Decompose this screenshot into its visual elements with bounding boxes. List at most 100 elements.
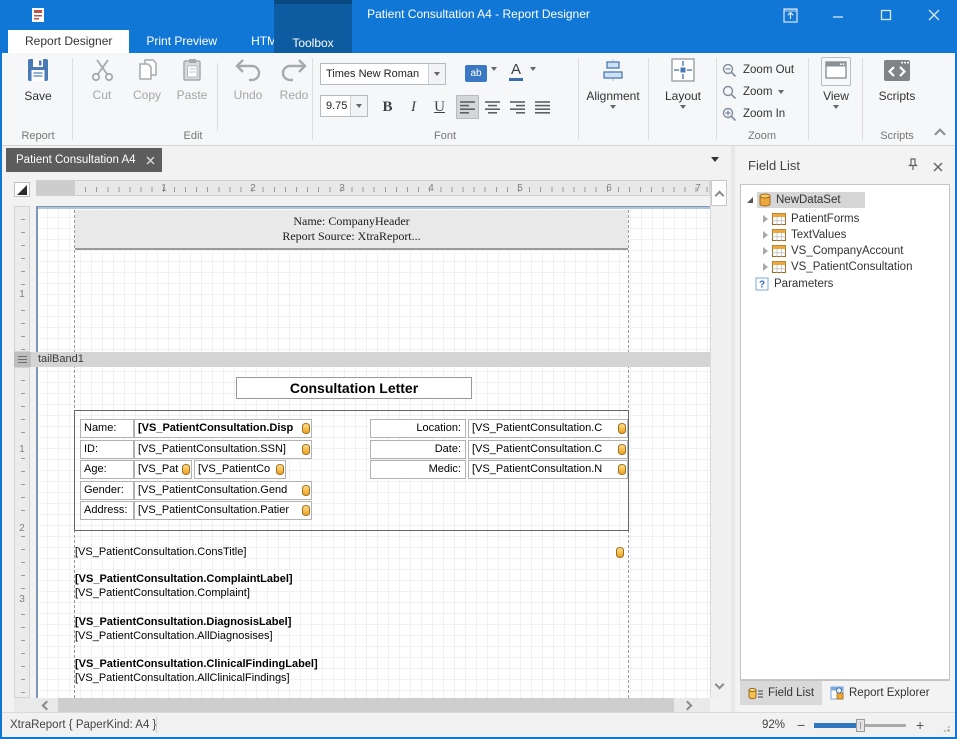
font-color-button[interactable]: A [509,61,523,81]
ribbon-tab-row: Report Designer Print Preview HTML View [0,30,957,53]
document-tab[interactable]: Patient Consultation A4 [6,148,162,172]
field-value[interactable]: [VS_PatientConsultation.N [468,460,628,479]
view-button[interactable]: View [812,57,860,129]
tab-field-list[interactable]: Field List [740,681,822,705]
tree-node-parameters[interactable]: ? Parameters [741,275,949,292]
diagnosis-label-field[interactable]: [VS_PatientConsultation.DiagnosisLabel] [75,616,291,628]
scroll-left-button[interactable] [34,698,56,712]
field-value[interactable]: [VS_PatientCo [194,460,286,479]
maximize-button[interactable] [864,0,908,30]
company-header-subreport[interactable]: Name: CompanyHeader Report Source: XtraR… [75,210,628,250]
complaint-label-field[interactable]: [VS_PatientConsultation.ComplaintLabel] [75,573,293,585]
scroll-up-button[interactable] [711,180,727,206]
font-size-combo[interactable]: 9.75 [320,95,368,117]
underline-button[interactable]: U [428,95,451,119]
zoom-out-minus-button[interactable]: − [797,717,805,733]
font-name-dropdown[interactable] [428,64,445,84]
tree-node-newdataset[interactable]: NewDataSet [741,191,949,208]
tree-node-vs-companyaccount[interactable]: VS_CompanyAccount [741,242,949,259]
field-label[interactable]: Age: [80,460,134,479]
font-name-combo[interactable]: Times New Roman [320,63,446,85]
field-value[interactable]: [VS_PatientConsultation.Patier [134,501,312,520]
font-size-dropdown[interactable] [350,96,367,116]
save-button[interactable]: Save [10,57,66,129]
document-tab-close-icon[interactable] [146,156,155,165]
vertical-scrollbar[interactable] [710,180,727,698]
field-label[interactable]: Name: [80,419,134,438]
zoom-slider[interactable] [814,724,906,727]
tab-report-explorer[interactable]: Report Explorer [822,681,938,705]
data-field-icon [302,485,310,496]
panel-close-icon[interactable] [933,159,943,177]
resize-grip[interactable] [942,724,951,733]
all-diagnosises-field[interactable]: [VS_PatientConsultation.AllDiagnosises] [75,630,273,642]
scroll-down-button[interactable] [711,674,727,698]
align-right-button[interactable] [506,95,529,119]
close-button[interactable] [912,0,956,30]
data-field-icon [182,464,190,475]
document-list-dropdown-icon[interactable] [711,157,719,162]
field-label[interactable]: Location: [370,419,466,438]
expand-icon[interactable] [763,247,768,255]
scroll-right-button[interactable] [678,698,700,712]
zoom-in-button[interactable]: Zoom In [722,103,785,125]
cut-icon [90,57,115,82]
zoom-out-button[interactable]: Zoom Out [722,59,794,81]
field-value[interactable]: [VS_PatientConsultation.SSN] [134,440,312,459]
align-left-button[interactable] [456,95,479,119]
ribbon: Save Report Cut Copy [2,53,955,146]
expand-icon[interactable] [763,215,768,223]
clinical-finding-label-field[interactable]: [VS_PatientConsultation.ClinicalFindingL… [75,658,318,670]
zoom-slider-thumb[interactable] [856,719,865,732]
expand-icon[interactable] [763,231,768,239]
text-highlight-button[interactable]: ab [465,65,487,82]
ribbon-display-options-button[interactable] [768,0,812,30]
redo-button[interactable]: Redo [266,57,322,129]
expand-icon[interactable] [763,263,768,271]
collapse-icon[interactable] [747,197,753,203]
italic-button[interactable]: I [402,95,425,119]
field-value[interactable]: [VS_PatientConsultation.C [468,440,628,459]
layout-button[interactable]: Layout [652,57,714,129]
field-label[interactable]: Date: [370,440,466,459]
cons-title-field[interactable]: [VS_PatientConsultation.ConsTitle] [75,546,246,558]
pin-icon[interactable] [907,158,919,176]
field-value[interactable]: [VS_Pat [134,460,192,479]
zoom-in-plus-button[interactable]: + [916,717,924,733]
field-label[interactable]: Gender: [80,481,134,500]
band-grip-icon[interactable] [14,352,31,367]
tree-node-textvalues[interactable]: TextValues [741,226,949,243]
field-label[interactable]: Medic: [370,460,466,479]
ruler-corner-button[interactable] [14,182,30,197]
zoom-button[interactable]: Zoom [722,81,784,103]
panel-title: Field List [748,158,800,173]
tree-node-vs-patientconsultation[interactable]: VS_PatientConsultation [741,258,949,275]
horizontal-scrollbar[interactable] [14,698,710,712]
field-value[interactable]: [VS_PatientConsultation.Disp [134,419,312,438]
tree-node-patientforms[interactable]: PatientForms [741,210,949,227]
tab-print-preview[interactable]: Print Preview [129,30,234,53]
all-clinical-findings-field[interactable]: [VS_PatientConsultation.AllClinicalFindi… [75,672,290,684]
field-label[interactable]: Address: [80,501,134,520]
paste-button[interactable]: Paste [164,57,220,129]
align-center-button[interactable] [481,95,504,119]
consultation-title-label[interactable]: Consultation Letter [236,377,472,399]
minimize-button[interactable] [816,0,860,30]
tab-report-designer[interactable]: Report Designer [8,30,129,53]
detail-band-strip[interactable]: tailBand1 [14,352,710,367]
horizontal-scroll-thumb[interactable] [58,698,674,712]
field-label[interactable]: ID: [80,440,134,459]
text-highlight-dropdown[interactable] [491,71,497,89]
field-value[interactable]: [VS_PatientConsultation.Gend [134,481,312,500]
justify-button[interactable] [531,95,554,119]
align-right-icon [510,101,525,114]
complaint-field[interactable]: [VS_PatientConsultation.Complaint] [75,587,250,599]
ribbon-collapse-button[interactable] [936,125,944,143]
font-color-dropdown[interactable] [530,71,536,89]
tree-node-label: VS_PatientConsultation [791,261,912,273]
field-value[interactable]: [VS_PatientConsultation.C [468,419,628,438]
scripts-button[interactable]: Scripts [866,57,928,129]
tab-toolbox[interactable]: Toolbox [274,0,352,53]
bold-button[interactable]: B [376,95,399,119]
alignment-button[interactable]: Alignment [582,57,644,129]
